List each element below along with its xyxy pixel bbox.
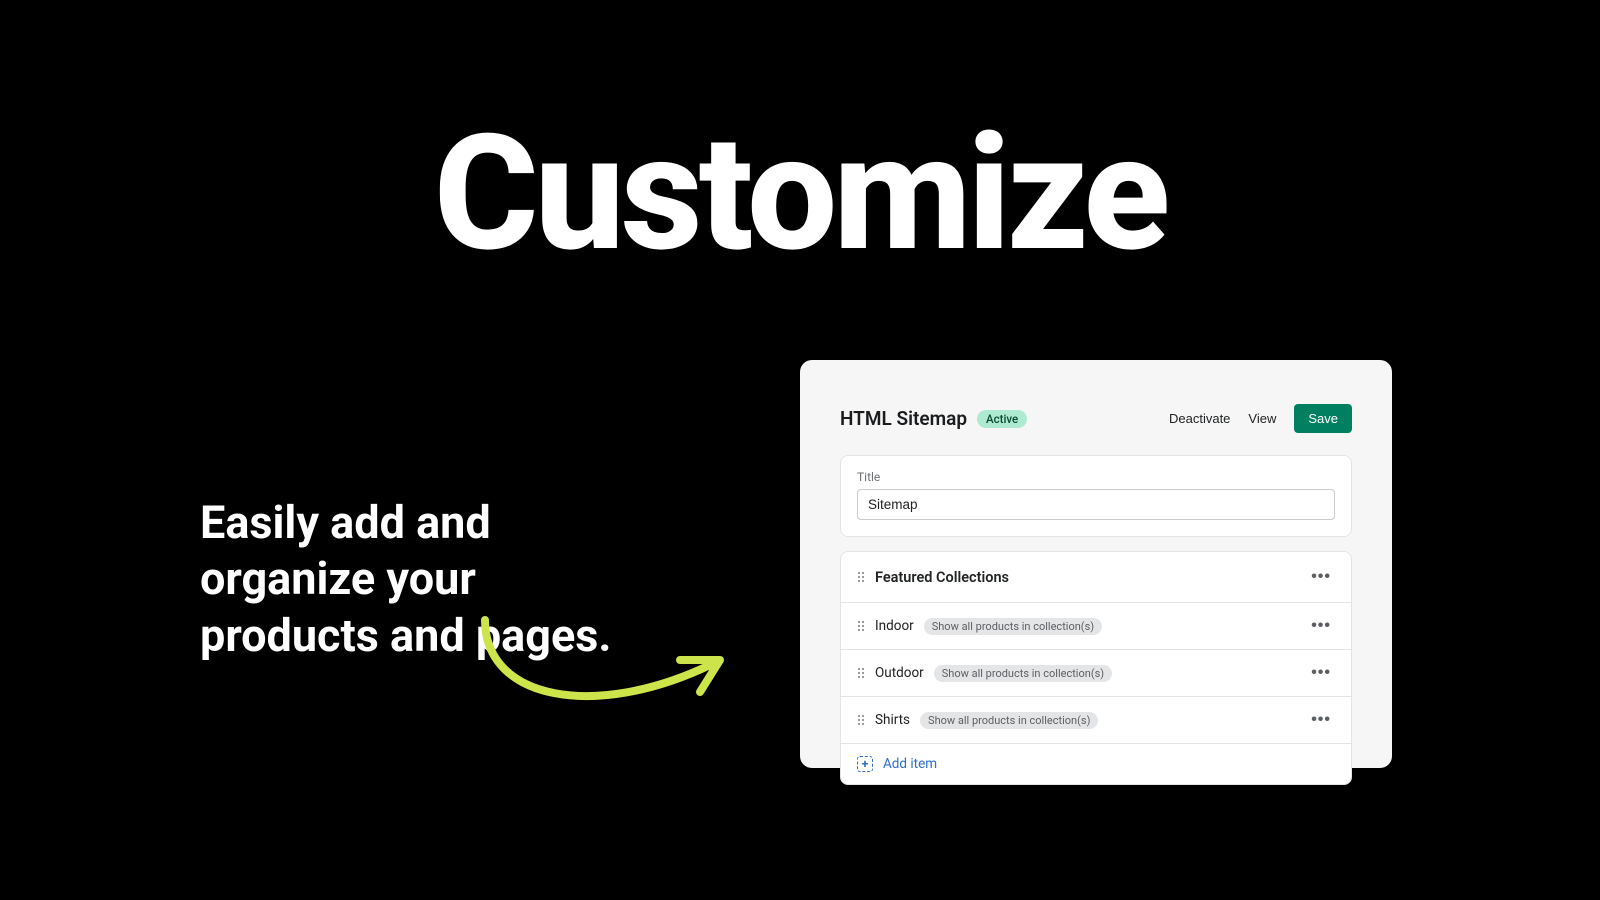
collections-card: Featured Collections ••• Indoor Show all…: [840, 551, 1352, 785]
row-more-button[interactable]: •••: [1307, 662, 1335, 684]
section-more-button[interactable]: •••: [1307, 566, 1335, 588]
settings-panel: HTML Sitemap Active Deactivate View Save…: [800, 360, 1392, 768]
drag-handle-icon[interactable]: [857, 714, 865, 726]
title-card: Title: [840, 455, 1352, 537]
list-item: Outdoor Show all products in collection(…: [841, 650, 1351, 697]
collection-tag: Show all products in collection(s): [924, 618, 1102, 635]
add-icon: +: [857, 756, 873, 772]
row-more-button[interactable]: •••: [1307, 709, 1335, 731]
collection-name: Shirts: [875, 712, 910, 728]
collection-tag: Show all products in collection(s): [920, 712, 1098, 729]
title-field-label: Title: [857, 470, 1335, 484]
collection-name: Outdoor: [875, 665, 924, 681]
section-title: Featured Collections: [875, 569, 1009, 586]
panel-header: HTML Sitemap Active Deactivate View Save: [840, 404, 1352, 433]
add-item-label: Add item: [883, 756, 937, 772]
view-button[interactable]: View: [1248, 411, 1276, 426]
drag-handle-icon[interactable]: [857, 667, 865, 679]
deactivate-button[interactable]: Deactivate: [1169, 411, 1230, 426]
add-item-button[interactable]: + Add item: [841, 744, 1351, 784]
collection-tag: Show all products in collection(s): [934, 665, 1112, 682]
drag-handle-icon[interactable]: [857, 620, 865, 632]
row-more-button[interactable]: •••: [1307, 615, 1335, 637]
collection-name: Indoor: [875, 618, 914, 634]
list-item: Shirts Show all products in collection(s…: [841, 697, 1351, 744]
hero-title: Customize: [434, 115, 1166, 275]
page-title: HTML Sitemap: [840, 407, 967, 430]
save-button[interactable]: Save: [1294, 404, 1352, 433]
arrow-annotation: [475, 610, 755, 730]
list-item: Indoor Show all products in collection(s…: [841, 603, 1351, 650]
title-input[interactable]: [857, 489, 1335, 520]
status-badge: Active: [977, 410, 1027, 428]
section-header-row: Featured Collections •••: [841, 552, 1351, 603]
drag-handle-icon[interactable]: [857, 571, 865, 583]
